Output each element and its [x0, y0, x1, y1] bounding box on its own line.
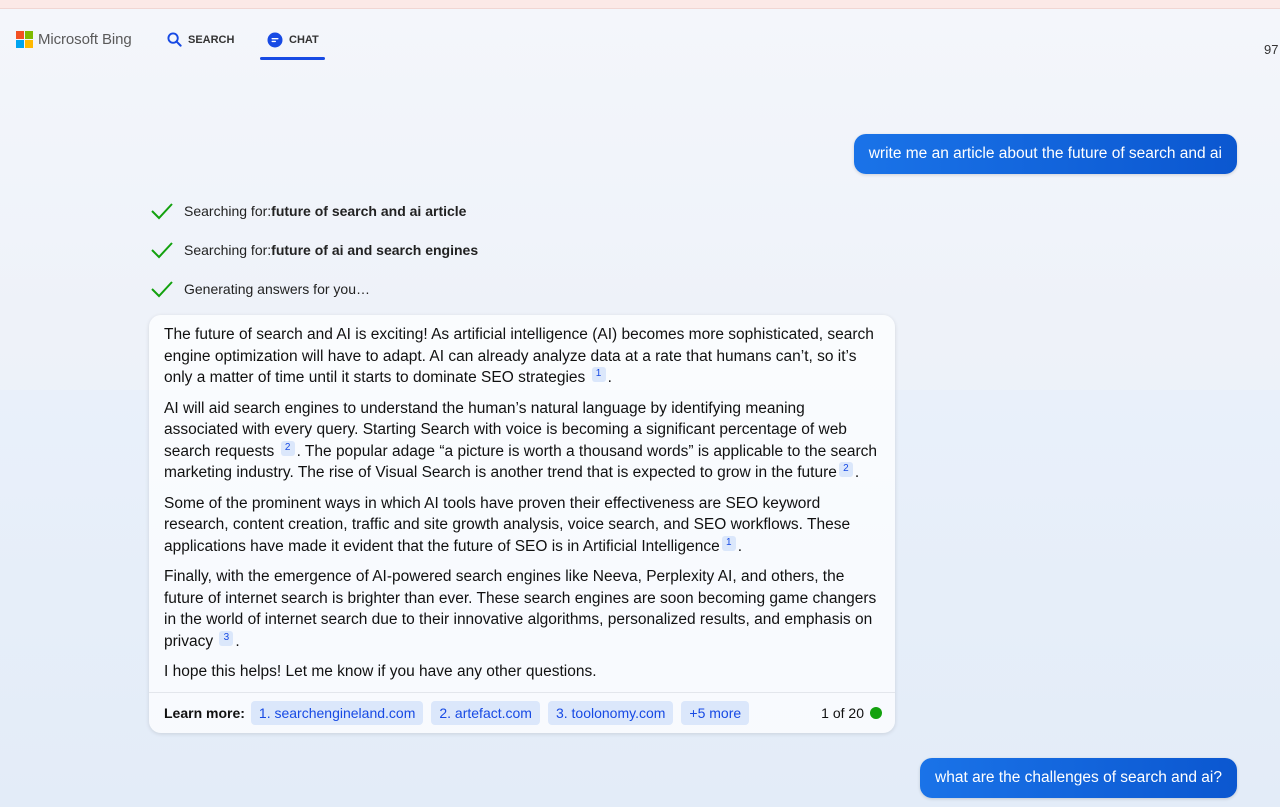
status-query: future of search and ai article [271, 203, 467, 219]
answer-paragraph: I hope this helps! Let me know if you ha… [164, 661, 880, 683]
source-link[interactable]: 3. toolonomy.com [547, 701, 674, 725]
source-link[interactable]: 1. searchengineland.com [250, 701, 424, 725]
checkmark-icon [151, 242, 173, 259]
status-text: Generating answers for you… [184, 281, 370, 297]
turn-counter: 1 of 20 [821, 705, 882, 721]
tab-search-label: SEARCH [188, 33, 235, 46]
status-dot-icon [870, 707, 882, 719]
checkmark-icon [151, 203, 173, 220]
citation-badge[interactable]: 1 [721, 535, 736, 551]
user-message: what are the challenges of search and ai… [920, 758, 1237, 798]
source-link[interactable]: 2. artefact.com [431, 701, 540, 725]
punctuation: . [607, 369, 612, 386]
tab-chat-label: CHAT [289, 34, 319, 46]
learn-more-label: Learn more: [164, 705, 245, 721]
logo-text: Microsoft Bing [38, 31, 132, 48]
turn-counter-text: 1 of 20 [821, 705, 864, 721]
answer-text: Some of the prominent ways in which AI t… [164, 494, 851, 555]
punctuation: . [235, 632, 240, 650]
answer-paragraph: Some of the prominent ways in which AI t… [164, 493, 880, 558]
bot-answer-card: The future of search and AI is exciting!… [149, 315, 895, 733]
status-item: Searching for: future of ai and search e… [150, 241, 478, 259]
answer-paragraph: The future of search and AI is exciting!… [164, 324, 880, 389]
answer-body: The future of search and AI is exciting!… [149, 315, 895, 683]
answer-paragraph: AI will aid search engines to understand… [164, 398, 880, 484]
citation-badge[interactable]: 2 [838, 462, 853, 477]
citation-badge[interactable]: 3 [219, 630, 234, 646]
punctuation: . [737, 537, 743, 555]
browser-top-strip [0, 0, 1280, 9]
checkmark-icon [151, 281, 173, 298]
citation-badge[interactable]: 1 [591, 367, 606, 382]
user-message: write me an article about the future of … [853, 134, 1237, 174]
answer-paragraph: Finally, with the emergence of AI-powere… [164, 566, 880, 652]
chat-icon [267, 32, 283, 48]
status-prefix: Searching for: [184, 203, 272, 219]
status-item: Generating answers for you… [150, 280, 370, 298]
punctuation: . [854, 464, 860, 481]
answer-text: Finally, with the emergence of AI-powere… [164, 568, 877, 650]
answer-text: The future of search and AI is exciting!… [164, 326, 874, 386]
learn-more-bar: Learn more: 1. searchengineland.com 2. a… [149, 692, 895, 733]
search-icon [167, 32, 182, 47]
active-tab-indicator [260, 57, 325, 60]
status-query: future of ai and search engines [271, 242, 479, 258]
answer-text: I hope this helps! Let me know if you ha… [164, 663, 597, 680]
bing-logo[interactable]: Microsoft Bing [16, 31, 132, 48]
tab-search[interactable]: SEARCH [167, 32, 234, 47]
more-sources-button[interactable]: +5 more [681, 701, 750, 725]
status-item: Searching for: future of search and ai a… [150, 202, 466, 220]
microsoft-logo-icon [16, 31, 33, 48]
citation-badge[interactable]: 2 [280, 440, 295, 456]
rewards-points[interactable]: 97 [1264, 42, 1278, 57]
tab-chat[interactable]: CHAT [267, 32, 319, 48]
status-prefix: Searching for: [184, 242, 272, 258]
